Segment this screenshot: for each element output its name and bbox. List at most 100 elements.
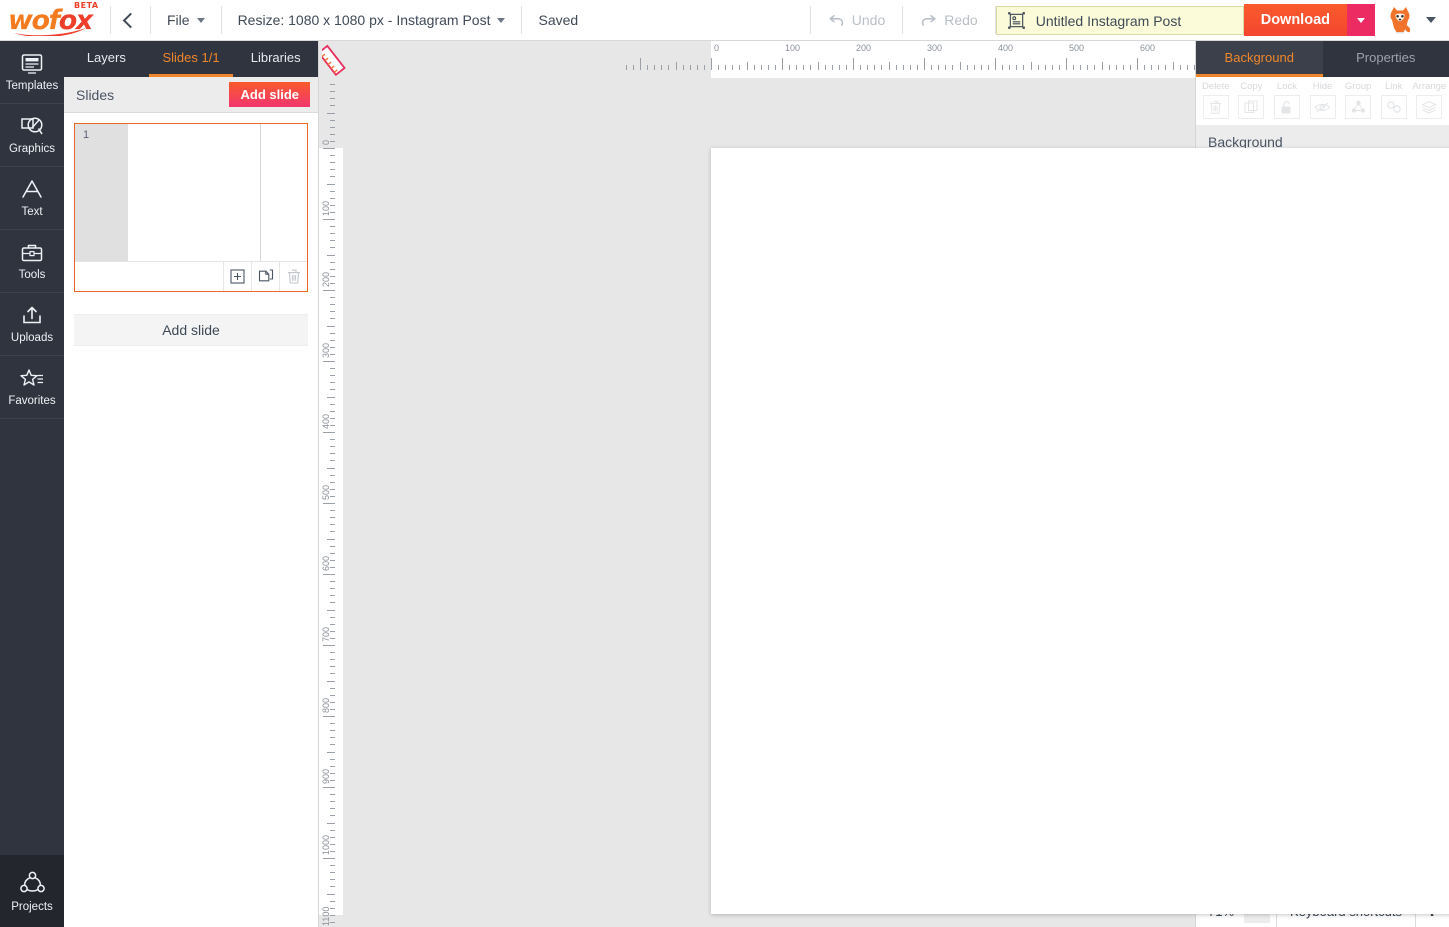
logo-beta-badge: BETA — [74, 1, 99, 10]
ruler-tick — [330, 176, 335, 178]
slides-panel: Layers Slides 1/1 Libraries Slides Add s… — [64, 41, 319, 927]
ruler-tick — [916, 65, 918, 70]
sidebar-item-graphics[interactable]: Graphics — [0, 104, 64, 167]
sidebar-item-favorites[interactable]: Favorites — [0, 356, 64, 419]
arrange-object-button[interactable]: Arrange — [1411, 81, 1447, 119]
ruler-tick — [330, 659, 335, 661]
ruler-tick — [323, 716, 335, 717]
ruler-tick — [632, 65, 634, 70]
ruler-tick — [327, 183, 335, 185]
tools-icon — [21, 244, 43, 262]
delete-slide-button[interactable] — [279, 262, 307, 291]
sidebar-item-projects[interactable]: Projects — [0, 855, 64, 927]
undo-button[interactable]: Undo — [811, 0, 902, 40]
avatar[interactable] — [1375, 0, 1422, 40]
ruler-tick — [1087, 65, 1089, 70]
save-status-label: Saved — [538, 12, 579, 28]
hide-object-button[interactable]: Hide — [1305, 81, 1341, 119]
ruler-tick — [1101, 62, 1103, 70]
sidebar-item-label: Tools — [18, 269, 46, 281]
link-object-button[interactable]: Link — [1376, 81, 1412, 119]
ruler-tick — [323, 219, 335, 220]
document-title-field[interactable] — [995, 6, 1244, 35]
vertical-ruler[interactable]: 0 100 200 300 400 500 600 700 800 900 1000 1100 — [319, 78, 343, 927]
app-logo[interactable]: wofox BETA — [0, 0, 110, 40]
ruler-tick — [831, 65, 833, 70]
ruler-tick — [330, 552, 335, 554]
back-button[interactable] — [111, 0, 150, 40]
ruler-tick — [330, 155, 335, 157]
group-object-button[interactable]: Group — [1340, 81, 1376, 119]
ruler-tick — [330, 297, 335, 299]
slides-panel-header: Slides Add slide — [64, 77, 318, 113]
slide-item[interactable]: 1 — [74, 123, 308, 292]
download-options-button[interactable] — [1347, 4, 1375, 36]
file-menu[interactable]: File — [151, 0, 221, 40]
ruler-label: 800 — [321, 697, 331, 713]
object-tool-label: Link — [1384, 81, 1403, 92]
tab-libraries[interactable]: Libraries — [233, 41, 318, 77]
ruler-label: 0 — [714, 43, 720, 53]
ruler-tick — [327, 822, 335, 824]
design-canvas-page[interactable] — [711, 148, 1449, 914]
copy-object-button[interactable]: Copy — [1234, 81, 1270, 119]
ruler-tick — [330, 226, 335, 228]
ruler-tick — [1073, 65, 1075, 70]
ruler-tick — [718, 65, 720, 70]
sidebar-item-text[interactable]: Text — [0, 167, 64, 230]
ruler-tick — [330, 84, 335, 86]
user-menu-button[interactable] — [1422, 0, 1449, 40]
add-slide-bar[interactable]: Add slide — [74, 314, 308, 346]
delete-object-button[interactable]: Delete — [1198, 81, 1234, 119]
ruler-tick — [995, 58, 996, 70]
sidebar-item-tools[interactable]: Tools — [0, 230, 64, 293]
ruler-tick — [330, 531, 335, 533]
wofox-editor: wofox BETA File Resize: 1080 x 1080 px -… — [0, 0, 1449, 927]
ruler-tick — [1094, 65, 1096, 70]
sidebar-item-uploads[interactable]: Uploads — [0, 293, 64, 356]
canvas-scroll[interactable] — [343, 78, 1449, 927]
add-slide-button[interactable]: Add slide — [229, 82, 310, 107]
graphics-icon — [21, 117, 43, 135]
ruler-tick — [330, 240, 335, 242]
ruler-tick — [327, 325, 335, 327]
ruler-icon[interactable] — [317, 42, 348, 81]
ruler-tick — [330, 744, 335, 746]
ruler-tick — [931, 65, 933, 70]
slide-thumbnail[interactable]: 1 — [75, 124, 307, 261]
resize-menu[interactable]: Resize: 1080 x 1080 px - Instagram Post — [222, 0, 522, 40]
ruler-tick — [1172, 62, 1174, 70]
ruler-tick — [330, 339, 335, 341]
ruler-tick — [330, 474, 335, 476]
ruler-tick — [803, 65, 805, 70]
tab-properties[interactable]: Properties — [1323, 41, 1449, 77]
duplicate-slide-button[interactable] — [251, 262, 279, 291]
ruler-label: 400 — [998, 43, 1014, 53]
ruler-tick — [1137, 58, 1138, 70]
chevron-down-icon — [1426, 17, 1436, 23]
ruler-tick — [689, 65, 691, 70]
add-slide-after-button[interactable] — [223, 262, 251, 291]
ruler-tick — [330, 190, 335, 192]
ruler-label: 500 — [321, 484, 331, 500]
ruler-tick — [330, 332, 335, 334]
document-title-input[interactable] — [1035, 12, 1231, 29]
horizontal-ruler[interactable]: 010020030040050060070080090010001100 — [343, 41, 1195, 78]
ruler-tick — [1030, 62, 1032, 70]
tab-background[interactable]: Background — [1196, 41, 1323, 77]
ruler-tick — [654, 65, 656, 70]
object-tools: Delete Copy Lock Hide Group Link Arrange — [1196, 77, 1449, 126]
download-button[interactable]: Download — [1243, 4, 1347, 36]
ruler-tick — [1108, 65, 1110, 70]
lock-object-button[interactable]: Lock — [1269, 81, 1305, 119]
ruler-tick — [323, 574, 335, 575]
ruler-tick — [668, 65, 670, 70]
tab-slides[interactable]: Slides 1/1 — [148, 41, 234, 77]
ruler-tick — [952, 65, 954, 70]
link-icon — [1380, 95, 1407, 119]
slide-number: 1 — [83, 129, 90, 141]
redo-button[interactable]: Redo — [903, 0, 994, 40]
sidebar-item-templates[interactable]: Templates — [0, 41, 64, 104]
ruler-tick — [330, 545, 335, 547]
tab-layers[interactable]: Layers — [64, 41, 149, 77]
